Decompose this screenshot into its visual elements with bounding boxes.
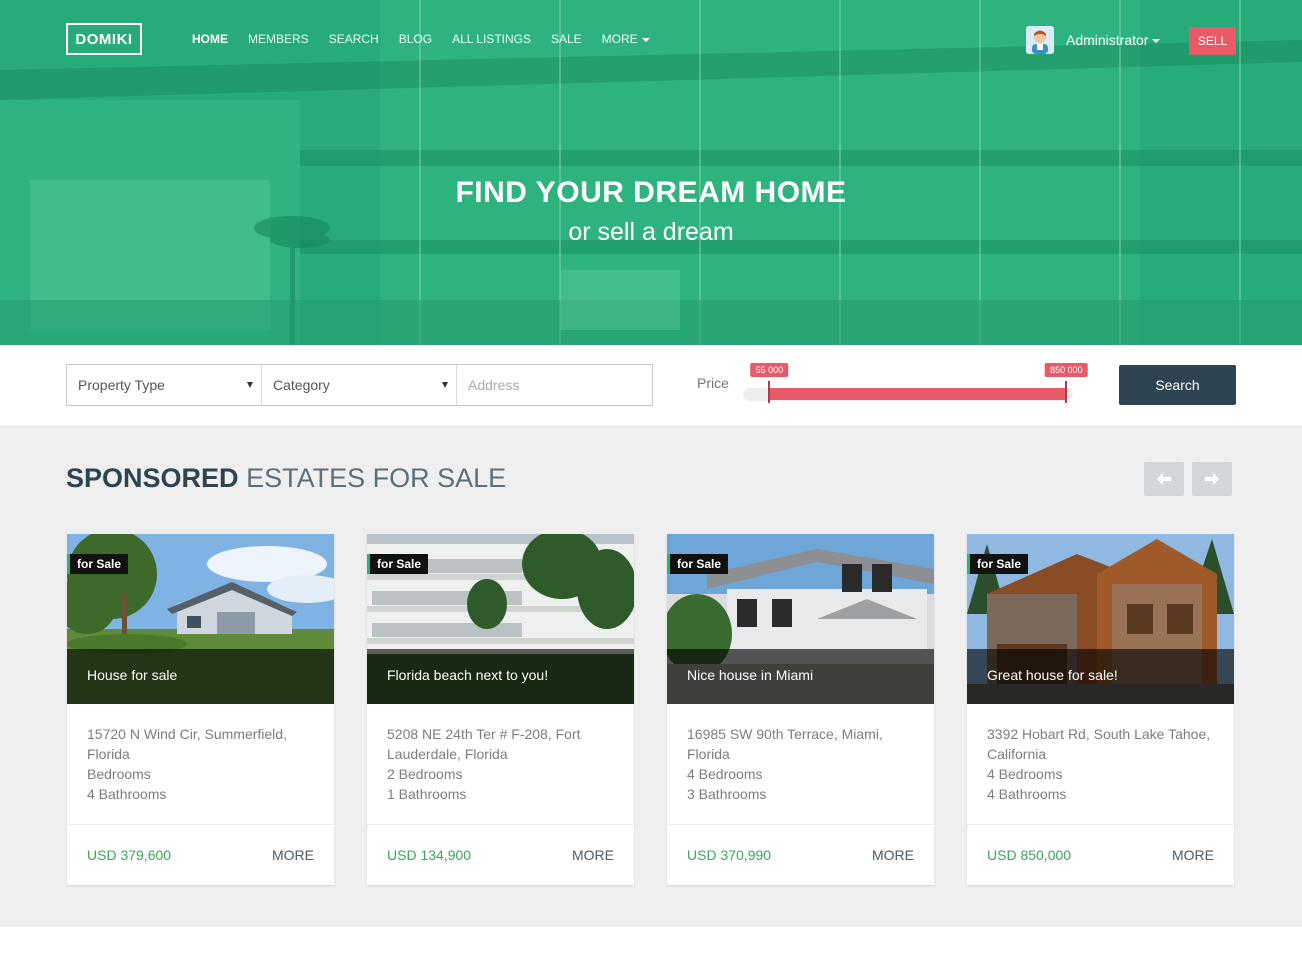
price-min-tag: 55 000	[750, 363, 789, 377]
search-fields: Property Type Category Address	[66, 364, 653, 406]
search-bar: Property Type Category Address Price Sea…	[0, 345, 1302, 427]
user-menu[interactable]: Administrator	[1026, 26, 1161, 54]
listing-footer: USD 850,000 MORE	[967, 825, 1234, 885]
category-value: Category	[273, 377, 330, 393]
more-link[interactable]: MORE	[572, 847, 614, 863]
nav-item-search[interactable]: SEARCH	[329, 32, 379, 46]
listing-details: 15720 N Wind Cir, Summerfield, Florida B…	[67, 704, 334, 825]
listing-card[interactable]: for Sale Florida beach next to you! 5208…	[367, 534, 634, 885]
listing-image[interactable]: for Sale Great house for sale!	[967, 534, 1234, 704]
site-logo[interactable]: DOMIKI	[66, 23, 142, 55]
listing-title[interactable]: House for sale	[87, 667, 177, 683]
listing-image[interactable]: for Sale Florida beach next to you!	[367, 534, 634, 704]
nav-item-more[interactable]: MORE	[602, 32, 650, 46]
sponsored-section: SPONSORED ESTATES FOR SALE for Sale Hous…	[0, 427, 1302, 927]
nav-item-sale[interactable]: SALE	[551, 32, 582, 46]
more-link[interactable]: MORE	[1172, 847, 1214, 863]
property-type-select[interactable]: Property Type	[67, 365, 262, 405]
prev-button[interactable]	[1144, 462, 1184, 496]
user-name-label: Administrator	[1066, 32, 1149, 48]
listing-price: USD 850,000	[987, 847, 1072, 863]
hero-subtitle: or sell a dream	[568, 218, 734, 246]
listing-bedrooms: 2 Bedrooms	[387, 766, 463, 782]
listing-address: 5208 NE 24th Ter # F-208, Fort Lauderdal…	[387, 726, 581, 762]
more-link[interactable]: MORE	[272, 847, 314, 863]
user-name: Administrator	[1066, 32, 1161, 48]
price-label: Price	[697, 375, 729, 391]
address-input[interactable]: Address	[457, 365, 652, 405]
chevron-down-icon	[1152, 39, 1161, 44]
avatar	[1026, 26, 1054, 54]
listing-address: 3392 Hobart Rd, South Lake Tahoe, Califo…	[987, 726, 1211, 762]
listing-title[interactable]: Florida beach next to you!	[387, 667, 548, 683]
property-type-value: Property Type	[78, 377, 165, 393]
listing-card[interactable]: for Sale House for sale 15720 N Wind Cir…	[67, 534, 334, 885]
listing-bathrooms: 4 Bathrooms	[987, 786, 1067, 802]
more-link[interactable]: MORE	[872, 847, 914, 863]
listing-footer: USD 134,900 MORE	[367, 825, 634, 885]
top-navigation-bar: DOMIKI HOME MEMBERS SEARCH BLOG ALL LIST…	[0, 0, 1302, 80]
next-button[interactable]	[1192, 462, 1232, 496]
listing-bathrooms: 3 Bathrooms	[687, 786, 767, 802]
listing-details: 3392 Hobart Rd, South Lake Tahoe, Califo…	[967, 704, 1234, 825]
for-sale-badge: for Sale	[367, 554, 429, 574]
nav-item-more-label: MORE	[601, 32, 638, 46]
section-title: SPONSORED ESTATES FOR SALE	[66, 463, 506, 494]
listing-price: USD 379,600	[87, 847, 172, 863]
arrow-left-icon	[1157, 473, 1171, 485]
hero-banner: DOMIKI HOME MEMBERS SEARCH BLOG ALL LIST…	[0, 0, 1302, 345]
listing-details: 5208 NE 24th Ter # F-208, Fort Lauderdal…	[367, 704, 634, 825]
listing-address: 15720 N Wind Cir, Summerfield, Florida	[87, 726, 287, 762]
nav-item-all-listings[interactable]: ALL LISTINGS	[452, 32, 531, 46]
search-button[interactable]: Search	[1119, 365, 1236, 405]
listing-price: USD 370,990	[687, 847, 772, 863]
for-sale-badge: for Sale	[967, 554, 1029, 574]
listing-bathrooms: 4 Bathrooms	[87, 786, 167, 802]
main-nav: HOME MEMBERS SEARCH BLOG ALL LISTINGS SA…	[192, 32, 670, 46]
listing-footer: USD 379,600 MORE	[67, 825, 334, 885]
listing-bedrooms: Bedrooms	[87, 766, 151, 782]
chevron-down-icon	[641, 37, 650, 42]
for-sale-badge: for Sale	[667, 554, 729, 574]
category-select[interactable]: Category	[262, 365, 457, 405]
listing-price: USD 134,900	[387, 847, 472, 863]
listing-title[interactable]: Nice house in Miami	[687, 667, 813, 683]
nav-item-members[interactable]: MEMBERS	[248, 32, 309, 46]
listing-footer: USD 370,990 MORE	[667, 825, 934, 885]
nav-item-blog[interactable]: BLOG	[399, 32, 432, 46]
listing-card[interactable]: for Sale Nice house in Miami 16985 SW 90…	[667, 534, 934, 885]
listing-card[interactable]: for Sale Great house for sale! 3392 Hoba…	[967, 534, 1234, 885]
for-sale-badge: for Sale	[67, 554, 129, 574]
arrow-right-icon	[1205, 473, 1219, 485]
listing-details: 16985 SW 90th Terrace, Miami, Florida 4 …	[667, 704, 934, 825]
listing-image[interactable]: for Sale House for sale	[67, 534, 334, 704]
price-slider-min-handle[interactable]	[768, 381, 771, 403]
section-title-strong: SPONSORED	[66, 463, 239, 493]
hero-title: FIND YOUR DREAM HOME	[455, 176, 847, 209]
listing-address: 16985 SW 90th Terrace, Miami, Florida	[687, 726, 883, 762]
listing-image[interactable]: for Sale Nice house in Miami	[667, 534, 934, 704]
listing-bedrooms: 4 Bedrooms	[687, 766, 763, 782]
dropdown-arrow-icon	[247, 382, 253, 388]
sell-button[interactable]: SELL	[1189, 27, 1236, 55]
listing-bedrooms: 4 Bedrooms	[987, 766, 1063, 782]
nav-item-home[interactable]: HOME	[192, 32, 228, 46]
price-slider-range	[769, 388, 1067, 400]
section-title-light: ESTATES FOR SALE	[246, 463, 507, 493]
price-slider-max-handle[interactable]	[1065, 381, 1068, 403]
user-avatar-icon	[1026, 26, 1054, 54]
price-max-tag: 850 000	[1045, 363, 1088, 377]
listing-title[interactable]: Great house for sale!	[987, 667, 1118, 683]
listing-bathrooms: 1 Bathrooms	[387, 786, 467, 802]
dropdown-arrow-icon	[442, 382, 448, 388]
